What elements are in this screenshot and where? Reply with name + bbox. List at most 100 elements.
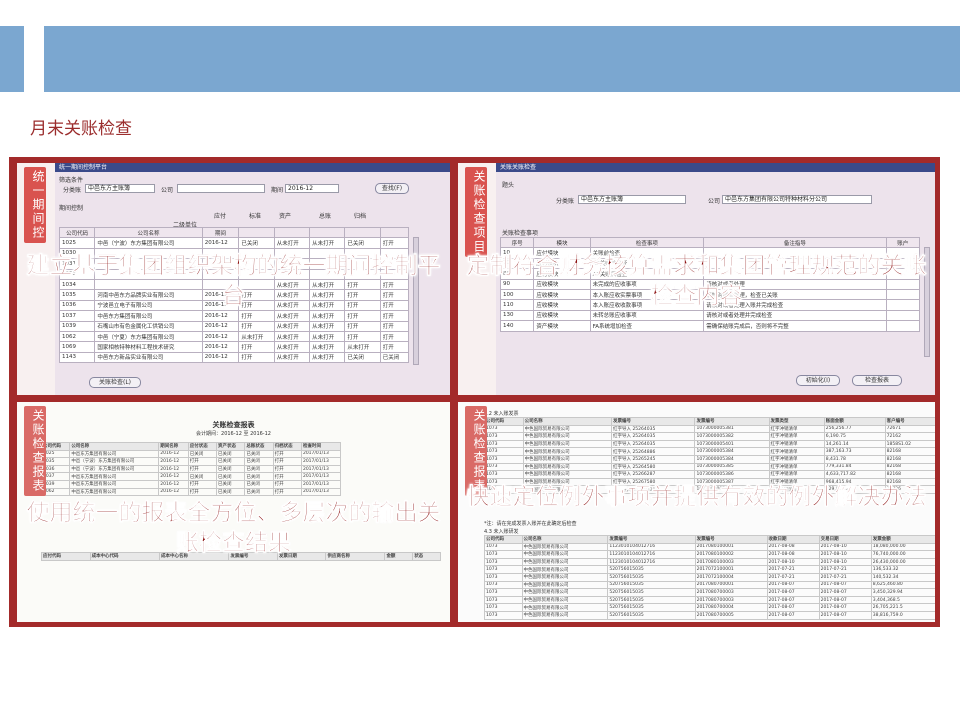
table-cell: 2017-08-10: [818, 550, 872, 559]
table-cell: 2017/01/13: [300, 449, 342, 459]
table-header-cell: 期间名称: [158, 442, 189, 451]
company-label: 公司: [161, 187, 174, 194]
exception-row[interactable]: 1073 中色国际贸易有限公司 520756015035 2017080700003 2…: [484, 595, 935, 605]
table-cell: 中色国际贸易有限公司: [521, 550, 609, 559]
table-cell: 1073: [484, 610, 523, 620]
report-row[interactable]: 1037 中邑东方集团有限公司 2016-12 已关闭 已关闭 已关闭 打开 2017/01/…: [40, 472, 342, 481]
period-row[interactable]: 1062 中邑（宁夏）东方集团有限公司 2016-12 从未打开 从未打开 从未打开 打开打…: [58, 330, 410, 343]
period-field[interactable]: 2016-12: [285, 184, 339, 193]
report-row[interactable]: 1035 中邑（宁波）东方集团有限公司 2016-12 打开 已关闭 已关闭 打开 2017/…: [40, 457, 342, 466]
table-cell: 4,633,717.82: [823, 470, 886, 479]
report-row[interactable]: 1036 中邑（宁波）东方集团有限公司 2016-12 打开 已关闭 已关闭 打开 2017/…: [40, 464, 342, 474]
table-cell: 中邑东方集团有限公司: [69, 487, 160, 497]
table-cell: 国家相核特种材料工程技术研究: [94, 341, 203, 353]
table-cell: 中邑东方集团有限公司: [69, 479, 160, 489]
table-cell: 2017080700003: [694, 588, 768, 597]
table-cell: 从未打开: [273, 320, 311, 332]
report-subtitle: 会计期间：2016-12 至 2016-12: [196, 431, 271, 437]
table-cell: 打开: [379, 237, 410, 249]
company-field[interactable]: 中邑东方集团有限公司特种材料分公司: [722, 195, 872, 204]
period-row[interactable]: 1037 中邑东方集团有限公司 2016-12 打开 从未打开 从未打开 打开 打开: [58, 310, 410, 322]
table-cell: 已关闭: [216, 464, 246, 474]
table-header-cell: 发票编号: [694, 417, 770, 426]
table-cell: 2017-08-10: [766, 557, 820, 567]
exception-row[interactable]: 1073 中色国际贸易有限公司 520756015035 2017080700005 2…: [484, 610, 935, 620]
table-cell: 1073: [484, 572, 523, 582]
report-row[interactable]: 1039 中邑东方集团有限公司 2016-12 打开 已关闭 已关闭 打开 2017/01/1…: [40, 479, 342, 489]
table-cell: 已关闭: [379, 351, 410, 364]
table-cell: 26,705,221.5: [870, 603, 935, 612]
table-header-cell: 发票编号: [607, 535, 696, 544]
exception-row[interactable]: 1073 中色国际贸易有限公司 红字导入 25264035 1073000005401…: [484, 439, 935, 449]
query-button[interactable]: 查找(F): [375, 183, 409, 194]
col-header-gl: 总账: [319, 213, 332, 220]
init-button[interactable]: 初始化(I): [796, 375, 840, 386]
col-header-ap: 应付: [214, 213, 227, 220]
exception-row[interactable]: 1073 中色国际贸易有限公司 520756015035 2017080700004 2…: [484, 603, 935, 612]
table-cell: 2017080100002: [694, 550, 768, 559]
exception-row[interactable]: 1073 中色国际贸易有限公司 1123010104012716 2017080100…: [484, 542, 935, 552]
table-header-cell: 公司名称: [522, 417, 613, 426]
table-cell: 2017080700005: [694, 610, 768, 620]
table-cell: 2017-08-07: [766, 603, 820, 612]
table-cell: 1073: [484, 424, 524, 434]
table-cell: 从未打开: [309, 320, 346, 332]
table-cell: 3,404,368.5: [870, 595, 935, 605]
tag-period-control: 统一期间控: [24, 167, 46, 243]
exception-row[interactable]: 1073 中色国际贸易有限公司 红字导入 25264035 1073000005381…: [484, 424, 935, 434]
table-cell: 2017-07-21: [818, 572, 872, 582]
table-cell: 1073: [484, 588, 523, 597]
table-cell: 红字冲销清单: [768, 439, 825, 449]
exception-row[interactable]: 1073 中色国际贸易有限公司 520756015035 2017072100001 2…: [484, 565, 935, 574]
table-header-cell: 公司名称: [69, 442, 160, 451]
table-cell: 从未打开: [273, 351, 311, 364]
table-cell: 2016-12: [201, 237, 240, 249]
table-cell: 1123010104012716: [607, 557, 696, 567]
table-cell: 1073: [484, 542, 523, 552]
table-cell: 2017-07-21: [766, 572, 820, 582]
company-field[interactable]: [177, 184, 265, 193]
table-cell: 打开: [238, 310, 275, 322]
ledger-field[interactable]: 中邑东方主账簿: [578, 195, 686, 204]
table-cell: 2017-08-07: [818, 603, 872, 612]
exception-row[interactable]: 1073 中色国际贸易有限公司 红字导入 25265245 1073000005384…: [484, 454, 935, 464]
table-cell: 1073: [484, 565, 523, 574]
close-check-button[interactable]: 关账检查(L): [89, 377, 141, 388]
exception-row[interactable]: 1073 中色国际贸易有限公司 520756015035 2017080700003 2…: [484, 588, 935, 597]
report-table-1: 公司代码 公司名称 期间名称 应付状态 资产状态 总账状态 归档状态 检查时间 1025 中邑东方…: [40, 442, 342, 497]
table-cell: 520756015035: [607, 565, 696, 574]
period-row[interactable]: 1025 中邑（宁波）东方集团有限公司 2016-12 已关闭 从未打开 从未打开 已关闭打…: [58, 237, 410, 249]
period-row[interactable]: 1039 石嘴山市有色金属化工供销公司 2016-12 打开 从未打开 从未打开 打开 打开: [58, 320, 410, 332]
check-item-row[interactable]: 130 应收模块 未转总账应收事项 请核对或者处理并完成检查: [499, 309, 921, 322]
items-label: 关账检查事项: [502, 230, 539, 237]
section-label: 筛选条件: [59, 177, 84, 184]
table-cell: 1069: [58, 341, 96, 353]
check-item-row[interactable]: 140 资产模块 FA系统增加检查 需确保结账完成后，否则将不完整: [499, 320, 921, 332]
table-cell: 打开: [379, 330, 410, 343]
report-row[interactable]: 1062 中邑东方集团有限公司 2016-12 打开 已关闭 已关闭 打开 2017/01/1…: [40, 487, 342, 497]
table-cell: 中邑（宁波）东方集团有限公司: [69, 457, 160, 466]
report-row[interactable]: 1025 中邑东方集团有限公司 2016-12 已关闭 已关闭 已关闭 打开 2017/01/…: [40, 449, 342, 459]
table-cell: 130: [499, 309, 535, 322]
table-cell: 2017-08-10: [818, 542, 872, 552]
ledger-field[interactable]: 中邑东方主账簿: [85, 184, 155, 193]
exception-row[interactable]: 1073 中色国际贸易有限公司 红字导入 25266287 1073000005386…: [484, 470, 935, 479]
exception-row[interactable]: 1073 中色国际贸易有限公司 520756015035 2017080700001 2…: [484, 580, 935, 590]
table-header-row: 公司代码 公司名称 发票编号 发票编号 收款日期 交易日期 发票金额: [484, 535, 935, 544]
period-row[interactable]: 1143 中邑东方新品实业有限公司 2016-12 打开 从未打开 从未打开 已关闭 已关闭: [58, 351, 410, 364]
period-row[interactable]: 1069 国家相核特种材料工程技术研究 2016-12 打开 从未打开 从未打开 从未打开打…: [58, 341, 410, 353]
exception-row[interactable]: 1073 中色国际贸易有限公司 520756015035 2017072100004 2…: [484, 572, 935, 582]
exception-row[interactable]: 1073 中色国际贸易有限公司 1123010104012716 2017080100…: [484, 557, 935, 567]
table-cell: 打开: [272, 449, 302, 459]
exception-row[interactable]: 1073 中色国际贸易有限公司 红字导入 25264035 1073000005382…: [484, 432, 935, 441]
exception-row[interactable]: 1073 中色国际贸易有限公司 1123010104012716 2017080100…: [484, 550, 935, 559]
table-cell: 2017/01/13: [300, 487, 342, 497]
report-button[interactable]: 检查报表: [852, 375, 902, 386]
table-cell: 已关闭: [216, 472, 246, 481]
exception-row[interactable]: 1073 中色国际贸易有限公司 红字导入 25264886 1073000005384…: [484, 447, 935, 456]
section2-title: 4.3 未入账研发: [484, 529, 519, 535]
table-cell: 从未打开: [344, 341, 381, 353]
table-cell: 已关闭: [216, 479, 246, 489]
exception-row[interactable]: 1073 中色国际贸易有限公司 红字导入 25264580 1073000005385…: [484, 462, 935, 472]
table-header-cell: 交易日期: [818, 535, 872, 544]
